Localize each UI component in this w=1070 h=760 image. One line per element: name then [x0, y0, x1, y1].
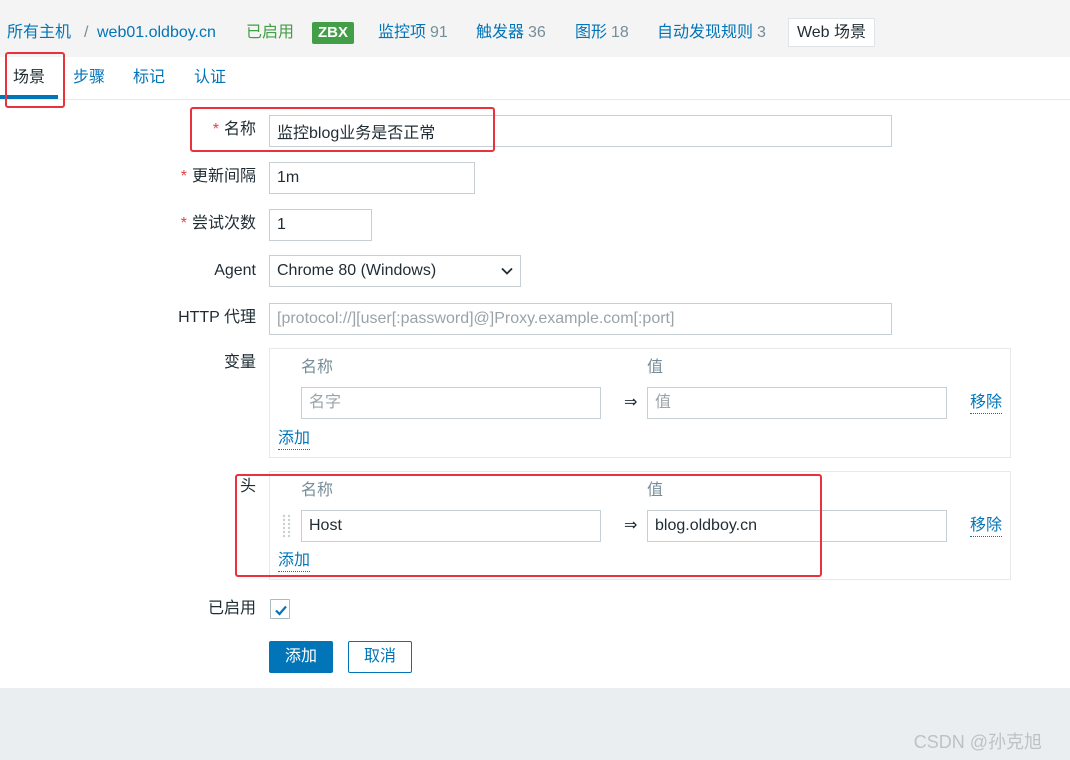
variables-name-header: 名称	[301, 359, 334, 376]
agent-select[interactable]: Chrome 80 (Windows)	[269, 255, 521, 287]
required-mark: *	[212, 121, 219, 138]
variable-add-link[interactable]: 添加	[278, 429, 311, 450]
nav-items-link[interactable]: 监控项 91	[378, 22, 448, 44]
name-input[interactable]	[269, 115, 892, 147]
headers-name-header: 名称	[301, 482, 334, 499]
headers-value-header: 值	[647, 482, 664, 499]
tab-steps[interactable]: 步骤	[60, 57, 118, 99]
tab-authentication[interactable]: 认证	[181, 57, 239, 99]
http-proxy-input[interactable]	[269, 303, 892, 335]
nav-graphs-label: 图形	[575, 24, 608, 41]
variable-arrow: ⇒	[624, 394, 638, 411]
form-tabs: 场景 步骤 标记 认证	[0, 57, 1070, 100]
headers-table: 名称 值 ⇒ 移除 添加	[269, 471, 1011, 580]
update-interval-input[interactable]	[269, 162, 475, 194]
enabled-checkbox[interactable]	[270, 599, 290, 619]
zbx-availability-badge: ZBX	[312, 22, 354, 44]
header-name-input[interactable]	[301, 510, 601, 542]
nav-triggers-link[interactable]: 触发器 36	[476, 22, 546, 44]
required-mark: *	[180, 168, 187, 185]
update-interval-label: * 更新间隔	[0, 167, 256, 187]
variable-name-input[interactable]	[301, 387, 601, 419]
header-value-input[interactable]	[647, 510, 947, 542]
breadcrumb-separator: /	[84, 24, 89, 41]
name-label-text: 名称	[223, 121, 256, 138]
nav-items-label: 监控项	[378, 24, 427, 41]
nav-graphs-count: 18	[611, 24, 629, 41]
http-proxy-label: HTTP 代理	[178, 309, 256, 326]
nav-discovery-rules-link[interactable]: 自动发现规则 3	[657, 22, 766, 44]
variables-label: 变量	[223, 354, 256, 371]
web-scenario-page: 所有主机 / web01.oldboy.cn 已启用 ZBX 监控项 91 触发器…	[0, 0, 1070, 760]
tab-scenario[interactable]: 场景	[0, 57, 58, 99]
attempts-input[interactable]	[269, 209, 372, 241]
header-arrow: ⇒	[624, 517, 638, 534]
required-mark: *	[180, 215, 187, 232]
nav-items-count: 91	[430, 24, 448, 41]
tab-tags[interactable]: 标记	[120, 57, 178, 99]
agent-selected-value: Chrome 80 (Windows)	[277, 262, 437, 279]
watermark: CSDN @孙克旭	[913, 732, 1042, 752]
variable-remove-link[interactable]: 移除	[970, 393, 1003, 414]
enabled-label: 已启用	[207, 600, 256, 617]
nav-web-scenarios-current[interactable]: Web 场景	[788, 18, 875, 47]
check-icon	[275, 605, 287, 616]
chevron-down-icon	[501, 267, 513, 275]
nav-discovery-rules-label: 自动发现规则	[657, 24, 754, 41]
host-status-enabled[interactable]: 已启用	[246, 22, 294, 44]
agent-label: Agent	[214, 262, 256, 279]
nav-discovery-rules-count: 3	[757, 24, 766, 41]
header-add-link[interactable]: 添加	[278, 551, 311, 572]
header-remove-link[interactable]: 移除	[970, 516, 1003, 537]
update-interval-label-text: 更新间隔	[191, 168, 256, 185]
cancel-button[interactable]: 取消	[348, 641, 412, 673]
host-navigation-bar: 所有主机 / web01.oldboy.cn 已启用 ZBX 监控项 91 触发器…	[0, 0, 1070, 57]
nav-triggers-label: 触发器	[476, 24, 525, 41]
breadcrumb-host[interactable]: web01.oldboy.cn	[97, 22, 216, 44]
variable-value-input[interactable]	[647, 387, 947, 419]
headers-label: 头	[239, 478, 256, 495]
add-button[interactable]: 添加	[269, 641, 333, 673]
breadcrumb-all-hosts[interactable]: 所有主机	[7, 22, 71, 44]
variables-value-header: 值	[647, 359, 664, 376]
drag-handle-icon[interactable]	[282, 514, 291, 538]
attempts-label-text: 尝试次数	[191, 215, 256, 232]
attempts-label: * 尝试次数	[0, 214, 256, 234]
page-footer: CSDN @孙克旭	[0, 688, 1070, 760]
name-label: * 名称	[0, 120, 256, 140]
nav-triggers-count: 36	[528, 24, 546, 41]
variables-table: 名称 值 ⇒ 移除 添加	[269, 348, 1011, 458]
nav-graphs-link[interactable]: 图形 18	[575, 22, 629, 44]
